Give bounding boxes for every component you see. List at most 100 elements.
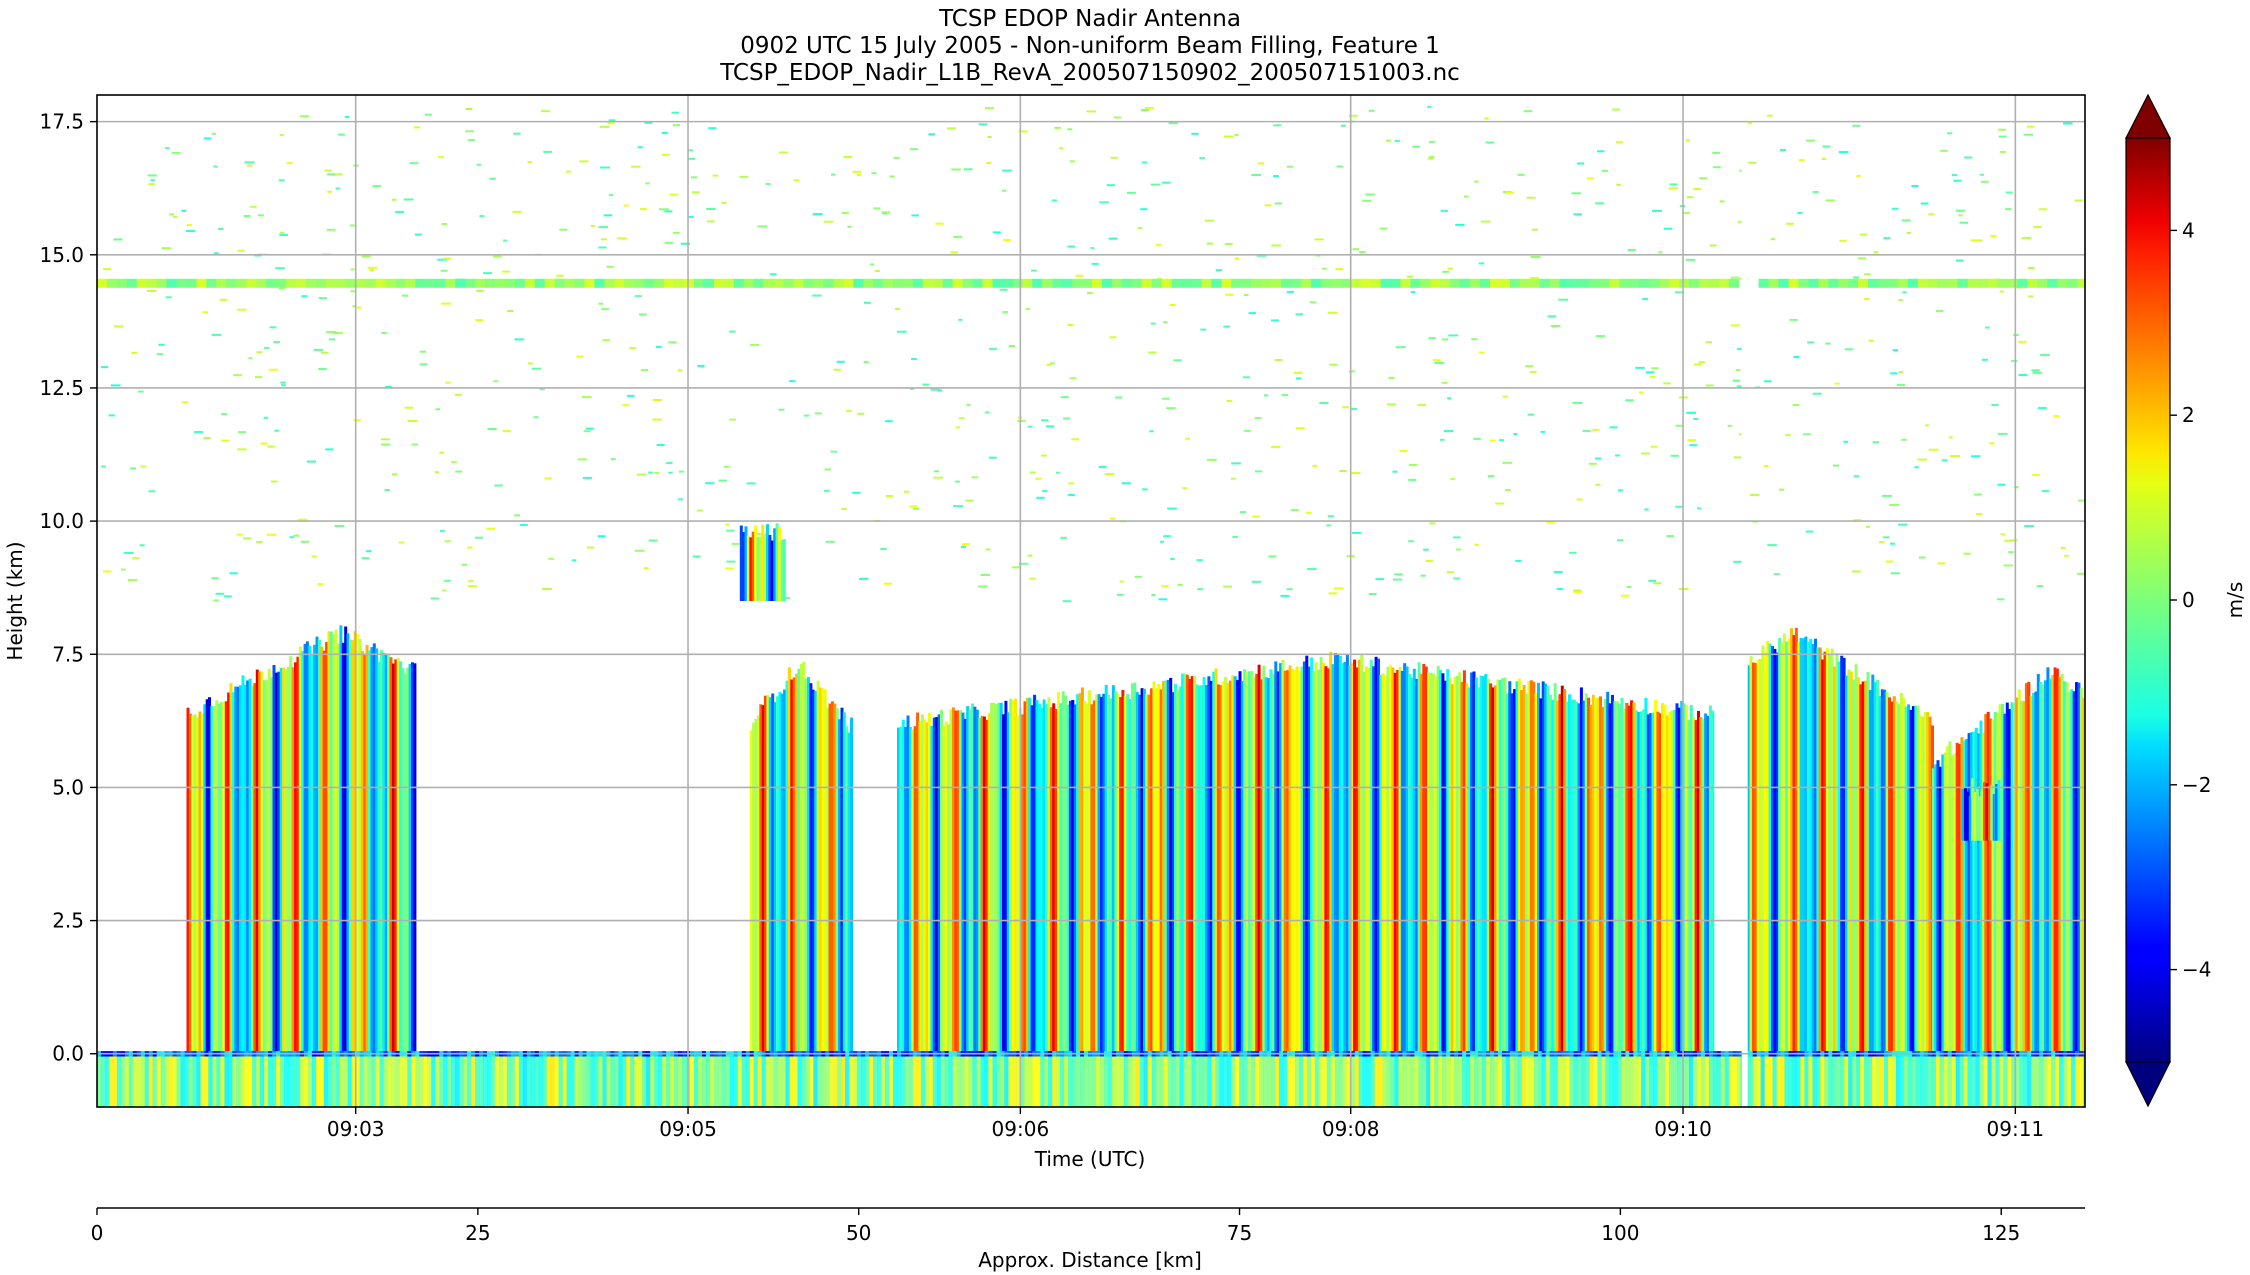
noise-speck	[544, 477, 552, 480]
noise-speck	[1727, 424, 1732, 427]
noise-speck	[1918, 556, 1926, 559]
subsurface-segment	[546, 1056, 552, 1107]
noise-speck	[1767, 114, 1773, 117]
noise-speck	[966, 404, 971, 406]
noise-speck	[1890, 372, 1898, 375]
subsurface-segment	[1637, 1056, 1642, 1107]
noise-speck	[1822, 145, 1831, 148]
noise-speck	[1844, 348, 1854, 351]
subsurface-segment	[1024, 1056, 1029, 1107]
subsurface-segment	[534, 1056, 540, 1107]
noise-speck	[1328, 592, 1337, 595]
noise-speck	[1529, 370, 1537, 373]
subsurface-segment	[920, 1056, 926, 1107]
subsurface-segment	[1370, 1056, 1376, 1107]
noise-speck	[279, 231, 285, 234]
tropopause-segment	[1848, 278, 1859, 288]
subsurface-segment	[622, 1056, 627, 1107]
noise-speck	[947, 127, 956, 130]
subsurface-segment	[331, 1056, 337, 1107]
noise-speck	[857, 412, 865, 415]
subsurface-segment	[1306, 1056, 1312, 1107]
noise-speck	[1625, 399, 1634, 402]
subsurface-segment	[936, 1056, 942, 1107]
subsurface-segment	[105, 1056, 110, 1107]
tropopause-segment	[126, 278, 138, 288]
subsurface-segment	[399, 1056, 404, 1107]
subsurface-segment	[1123, 1056, 1129, 1107]
cloud-echo	[749, 662, 853, 1054]
noise-speck	[1883, 237, 1891, 240]
noise-speck	[1991, 404, 1999, 406]
noise-speck	[1920, 202, 1929, 205]
noise-speck	[1609, 426, 1618, 429]
noise-speck	[1244, 429, 1251, 432]
subsurface-segment	[1593, 1056, 1598, 1107]
noise-speck	[114, 325, 124, 328]
noise-speck	[2036, 585, 2044, 588]
subsurface-segment	[1378, 1056, 1384, 1107]
noise-speck	[1029, 471, 1036, 474]
subsurface-segment	[1191, 1056, 1196, 1107]
noise-speck	[493, 380, 499, 383]
noise-speck	[1440, 209, 1448, 212]
noise-speck	[648, 471, 653, 474]
subsurface-segment	[1275, 1056, 1280, 1107]
subsurface-segment	[634, 1056, 639, 1107]
noise-speck	[598, 246, 607, 249]
noise-speck	[1999, 290, 2004, 293]
noise-speck	[1144, 107, 1154, 109]
noise-speck	[634, 549, 645, 552]
noise-speck	[424, 113, 432, 116]
subsurface-segment	[893, 1056, 898, 1107]
tropopause-segment	[1022, 278, 1033, 288]
noise-speck	[597, 535, 606, 538]
noise-speck	[841, 508, 847, 510]
subsurface-segment	[116, 1056, 122, 1107]
subsurface-segment	[168, 1056, 174, 1107]
noise-speck	[950, 251, 959, 254]
noise-speck	[708, 127, 717, 130]
subsurface-segment	[1299, 1056, 1304, 1107]
subsurface-segment	[2071, 1056, 2076, 1107]
figure: TCSP EDOP Nadir Antenna 0902 UTC 15 July…	[3, 6, 2247, 1272]
subsurface-segment	[618, 1056, 623, 1107]
subsurface-segment	[1764, 1056, 1770, 1107]
noise-speck	[1286, 588, 1293, 591]
noise-speck	[1601, 169, 1608, 172]
noise-speck	[1864, 298, 1870, 300]
noise-speck	[185, 230, 196, 232]
subsurface-segment	[435, 1056, 440, 1107]
noise-speck	[652, 418, 662, 421]
noise-speck	[1770, 238, 1776, 241]
subsurface-segment	[1076, 1056, 1081, 1107]
noise-speck	[656, 444, 665, 446]
tropopause-segment	[1977, 278, 1988, 288]
noise-speck	[1429, 522, 1436, 525]
subsurface-segment	[1677, 1056, 1682, 1107]
noise-speck	[729, 418, 736, 421]
noise-speck	[514, 338, 524, 341]
noise-speck	[1312, 464, 1318, 467]
tropopause-segment	[395, 278, 406, 288]
noise-speck	[395, 210, 405, 213]
tropopause-segment	[1450, 278, 1461, 288]
noise-speck	[103, 268, 112, 271]
noise-speck	[1686, 411, 1697, 414]
subsurface-segment	[566, 1056, 572, 1107]
subsurface-segment	[817, 1056, 822, 1107]
noise-speck	[318, 368, 327, 370]
noise-speck	[1698, 361, 1705, 364]
tropopause-segment	[1868, 278, 1879, 288]
tropopause-segment	[1330, 278, 1342, 288]
subsurface-segment	[1971, 1056, 1977, 1107]
noise-speck	[874, 270, 880, 272]
subsurface-segment	[845, 1056, 850, 1107]
noise-speck	[1547, 315, 1556, 318]
noise-speck	[333, 331, 339, 334]
subsurface-segment	[220, 1056, 225, 1107]
noise-speck	[2026, 125, 2035, 128]
noise-speck	[1833, 464, 1840, 467]
subsurface-segment	[1342, 1056, 1348, 1107]
noise-speck	[577, 458, 588, 461]
